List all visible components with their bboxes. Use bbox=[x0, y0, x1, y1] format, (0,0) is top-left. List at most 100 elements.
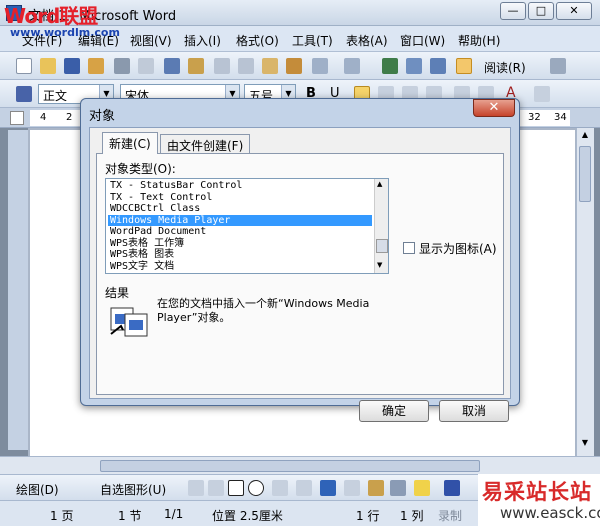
tab-create-from-file[interactable]: 由文件创建(F) bbox=[160, 134, 251, 154]
ruler-number: 32 bbox=[528, 112, 541, 123]
status-section: 1 节 bbox=[118, 509, 142, 523]
vertical-scrollbar[interactable]: ▲ ▼ bbox=[576, 128, 594, 456]
ruler-number: 4 bbox=[40, 112, 47, 123]
object-type-label: 对象类型(O): bbox=[105, 162, 176, 176]
tables-borders-icon[interactable] bbox=[406, 58, 422, 74]
list-scrollbar[interactable]: ▲ ▼ bbox=[374, 179, 388, 273]
horizontal-scrollbar[interactable] bbox=[0, 456, 600, 474]
ruler-number: 2 bbox=[66, 112, 73, 123]
textbox-icon[interactable] bbox=[272, 480, 288, 496]
scrollbar-thumb[interactable] bbox=[579, 146, 591, 202]
menu-format[interactable]: 格式(O) bbox=[236, 32, 279, 49]
oval-icon[interactable] bbox=[248, 480, 264, 496]
dialog-title: 对象 bbox=[89, 109, 116, 124]
display-as-icon-label[interactable]: 显示为图标(A) bbox=[419, 240, 497, 257]
print-icon[interactable] bbox=[114, 58, 130, 74]
result-description: 在您的文档中插入一个新“Windows Media Player”对象。 bbox=[157, 297, 370, 324]
scrollbar-thumb[interactable] bbox=[376, 239, 388, 253]
menu-help[interactable]: 帮助(H) bbox=[458, 32, 500, 49]
watermark-logo: 易采站长站 bbox=[482, 480, 592, 504]
result-object-icon bbox=[109, 304, 149, 340]
scroll-down-icon[interactable]: ▼ bbox=[579, 438, 591, 450]
ok-button[interactable]: 确定 bbox=[359, 400, 429, 422]
hscroll-thumb[interactable] bbox=[100, 460, 480, 472]
menu-window[interactable]: 窗口(W) bbox=[400, 32, 445, 49]
menu-tools[interactable]: 工具(T) bbox=[292, 32, 333, 49]
maximize-button[interactable]: □ bbox=[528, 2, 554, 20]
status-page: 1 页 bbox=[50, 509, 74, 523]
result-label: 结果 bbox=[105, 286, 130, 300]
title-bar: 文档 1 - Microsoft Word Word联盟 — □ ✕ bbox=[0, 0, 600, 28]
insert-object-icon[interactable] bbox=[456, 58, 472, 74]
menu-bar: www.wordlm.com 文件(F) 编辑(E) 视图(V) 插入(I) 格… bbox=[0, 26, 600, 52]
research-icon[interactable] bbox=[188, 58, 204, 74]
draw-menu[interactable]: 绘图(D) bbox=[16, 481, 59, 498]
new-icon[interactable] bbox=[16, 58, 32, 74]
vertical-textbox-icon[interactable] bbox=[296, 480, 312, 496]
list-item[interactable]: TX - Text Control bbox=[108, 192, 372, 204]
menu-view[interactable]: 视图(V) bbox=[130, 32, 172, 49]
copy-icon[interactable] bbox=[238, 58, 254, 74]
scroll-down-icon[interactable]: ▼ bbox=[377, 261, 382, 269]
redo-icon[interactable] bbox=[344, 58, 360, 74]
list-item[interactable]: WPS文字 文档 bbox=[108, 261, 372, 273]
tab-selector[interactable] bbox=[10, 111, 24, 125]
close-window-button[interactable]: ✕ bbox=[556, 2, 592, 20]
hyperlink-icon[interactable] bbox=[382, 58, 398, 74]
save-as-icon[interactable] bbox=[550, 58, 566, 74]
cancel-button[interactable]: 取消 bbox=[439, 400, 509, 422]
spelling-icon[interactable] bbox=[164, 58, 180, 74]
status-page-of: 1/1 bbox=[164, 507, 184, 521]
format-painter-icon[interactable] bbox=[286, 58, 302, 74]
menu-insert[interactable]: 插入(I) bbox=[184, 32, 221, 49]
dialog-body: 新建(C) 由文件创建(F) 对象类型(O): TX - StatusBar C… bbox=[89, 127, 511, 422]
styles-icon[interactable] bbox=[16, 86, 32, 102]
print-preview-icon[interactable] bbox=[138, 58, 154, 74]
equation-icon[interactable] bbox=[534, 86, 550, 102]
read-button[interactable]: 阅读(R) bbox=[484, 59, 526, 76]
scroll-up-icon[interactable]: ▲ bbox=[377, 180, 382, 188]
permission-icon[interactable] bbox=[88, 58, 104, 74]
list-item[interactable]: WDCCBCtrl Class bbox=[108, 203, 372, 215]
line-icon[interactable] bbox=[188, 480, 204, 496]
insert-table-icon[interactable] bbox=[430, 58, 446, 74]
site-logo: Word联盟 bbox=[4, 4, 98, 28]
list-item[interactable]: WordPad Document bbox=[108, 226, 372, 238]
diagram-icon[interactable] bbox=[344, 480, 360, 496]
status-position: 位置 2.5厘米 bbox=[212, 509, 283, 523]
watermark-url: www.easck.com bbox=[500, 504, 600, 522]
vertical-ruler[interactable] bbox=[8, 130, 28, 450]
list-item[interactable]: TX - StatusBar Control bbox=[108, 180, 372, 192]
status-rec[interactable]: 录制 bbox=[438, 507, 462, 524]
menu-file[interactable]: 文件(F) bbox=[22, 32, 62, 49]
display-as-icon-checkbox[interactable] bbox=[403, 242, 415, 254]
view-buttons[interactable] bbox=[6, 459, 76, 473]
status-col: 1 列 bbox=[400, 509, 424, 523]
standard-toolbar: 阅读(R) bbox=[0, 52, 600, 80]
undo-icon[interactable] bbox=[312, 58, 328, 74]
fill-color-icon[interactable] bbox=[414, 480, 430, 496]
scroll-up-icon[interactable]: ▲ bbox=[579, 130, 591, 142]
menu-edit[interactable]: 编辑(E) bbox=[78, 32, 119, 49]
list-item-selected[interactable]: Windows Media Player bbox=[108, 214, 372, 226]
save-icon[interactable] bbox=[64, 58, 80, 74]
tab-create-new[interactable]: 新建(C) bbox=[102, 132, 158, 154]
list-item[interactable]: WPS表格 工作簿 bbox=[108, 238, 372, 250]
minimize-button[interactable]: — bbox=[500, 2, 526, 20]
rectangle-icon[interactable] bbox=[228, 480, 244, 496]
autoshapes-menu[interactable]: 自选图形(U) bbox=[100, 481, 166, 498]
open-icon[interactable] bbox=[40, 58, 56, 74]
line-color-icon[interactable] bbox=[444, 480, 460, 496]
clipart-icon[interactable] bbox=[368, 480, 384, 496]
dialog-close-button[interactable]: ✕ bbox=[473, 99, 515, 117]
list-item[interactable]: WPS表格 图表 bbox=[108, 249, 372, 261]
object-type-list[interactable]: TX - StatusBar Control TX - Text Control… bbox=[105, 178, 389, 274]
picture-icon[interactable] bbox=[390, 480, 406, 496]
object-dialog: 对象 ✕ 新建(C) 由文件创建(F) 对象类型(O): TX - Status… bbox=[80, 98, 520, 422]
arrow-icon[interactable] bbox=[208, 480, 224, 496]
tab-panel: 对象类型(O): TX - StatusBar Control TX - Tex… bbox=[96, 153, 509, 422]
wordart-icon[interactable] bbox=[320, 480, 336, 496]
menu-table[interactable]: 表格(A) bbox=[346, 32, 388, 49]
paste-icon[interactable] bbox=[262, 58, 278, 74]
cut-icon[interactable] bbox=[214, 58, 230, 74]
